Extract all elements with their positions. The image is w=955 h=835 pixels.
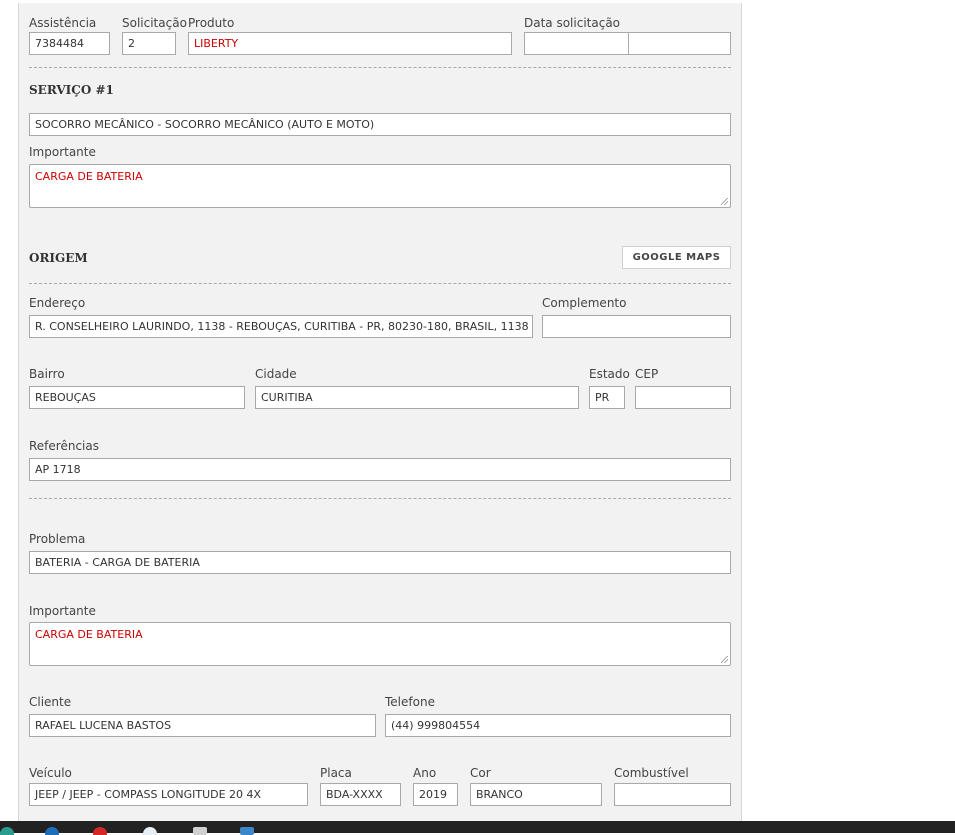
separator xyxy=(29,283,731,284)
cep-label: CEP xyxy=(635,367,659,381)
data-solicitacao-field[interactable] xyxy=(524,32,629,55)
taskbar-app-icon-5[interactable] xyxy=(193,827,207,835)
taskbar-app-icon-1[interactable] xyxy=(0,827,14,835)
cor-label: Cor xyxy=(470,766,491,780)
data-solicitacao-label: Data solicitação xyxy=(524,16,621,30)
problema-field[interactable]: BATERIA - CARGA DE BATERIA xyxy=(29,551,731,574)
cidade-field[interactable]: CURITIBA xyxy=(255,386,579,409)
cliente-label: Cliente xyxy=(29,695,72,709)
telefone-field[interactable]: (44) 999804554 xyxy=(385,714,731,737)
produto-label: Produto xyxy=(188,16,235,30)
servico-importante-label: Importante xyxy=(29,145,96,159)
solicitacao-label: Solicitação xyxy=(122,16,187,30)
ano-label: Ano xyxy=(413,766,437,780)
problema-label: Problema xyxy=(29,532,86,546)
estado-label: Estado xyxy=(589,367,630,381)
problema-importante-text: CARGA DE BATERIA xyxy=(35,628,143,641)
solicitacao-field[interactable]: 2 xyxy=(122,32,176,55)
estado-field[interactable]: PR xyxy=(589,386,625,409)
placa-label: Placa xyxy=(320,766,352,780)
ano-field[interactable]: 2019 xyxy=(413,783,458,806)
servico-tipo-field[interactable]: SOCORRO MECÂNICO - SOCORRO MECÂNICO (AUT… xyxy=(29,113,731,136)
google-maps-button[interactable]: GOOGLE MAPS xyxy=(622,246,731,269)
servico-importante-text: CARGA DE BATERIA xyxy=(35,170,143,183)
referencias-field[interactable]: AP 1718 xyxy=(29,458,731,481)
assistencia-field[interactable]: 7384484 xyxy=(29,32,110,55)
separator xyxy=(29,67,731,68)
origem-title: ORIGEM xyxy=(29,251,88,265)
taskbar-app-icon-6[interactable] xyxy=(240,827,254,835)
combustivel-field[interactable] xyxy=(614,783,731,806)
resize-grip-icon[interactable] xyxy=(721,656,728,663)
endereco-field[interactable]: R. CONSELHEIRO LAURINDO, 1138 - REBOUÇAS… xyxy=(29,315,533,338)
taskbar-app-icon-3[interactable] xyxy=(93,827,107,835)
servico-importante-textarea[interactable]: CARGA DE BATERIA xyxy=(29,164,731,208)
taskbar-app-icon-2[interactable] xyxy=(45,827,59,835)
complemento-label: Complemento xyxy=(542,296,627,310)
placa-field[interactable]: BDA-XXXX xyxy=(320,783,401,806)
resize-grip-icon[interactable] xyxy=(721,198,728,205)
bairro-field[interactable]: REBOUÇAS xyxy=(29,386,245,409)
hora-solicitacao-field[interactable] xyxy=(628,32,731,55)
combustivel-label: Combustível xyxy=(614,766,689,780)
separator xyxy=(29,498,731,499)
taskbar-app-icon-4[interactable] xyxy=(143,827,157,835)
veiculo-label: Veículo xyxy=(29,766,72,780)
problema-importante-label: Importante xyxy=(29,604,96,618)
cep-field[interactable] xyxy=(635,386,731,409)
endereco-label: Endereço xyxy=(29,296,86,310)
complemento-field[interactable] xyxy=(542,315,731,338)
bairro-label: Bairro xyxy=(29,367,65,381)
referencias-label: Referências xyxy=(29,439,99,453)
problema-importante-textarea[interactable]: CARGA DE BATERIA xyxy=(29,622,731,666)
veiculo-field[interactable]: JEEP / JEEP - COMPASS LONGITUDE 20 4X xyxy=(29,783,308,806)
servico-title: SERVIÇO #1 xyxy=(29,83,114,97)
telefone-label: Telefone xyxy=(385,695,435,709)
cidade-label: Cidade xyxy=(255,367,297,381)
cliente-field[interactable]: RAFAEL LUCENA BASTOS xyxy=(29,714,376,737)
produto-field[interactable]: LIBERTY xyxy=(188,32,512,55)
assistencia-label: Assistência xyxy=(29,16,97,30)
cor-field[interactable]: BRANCO xyxy=(470,783,602,806)
